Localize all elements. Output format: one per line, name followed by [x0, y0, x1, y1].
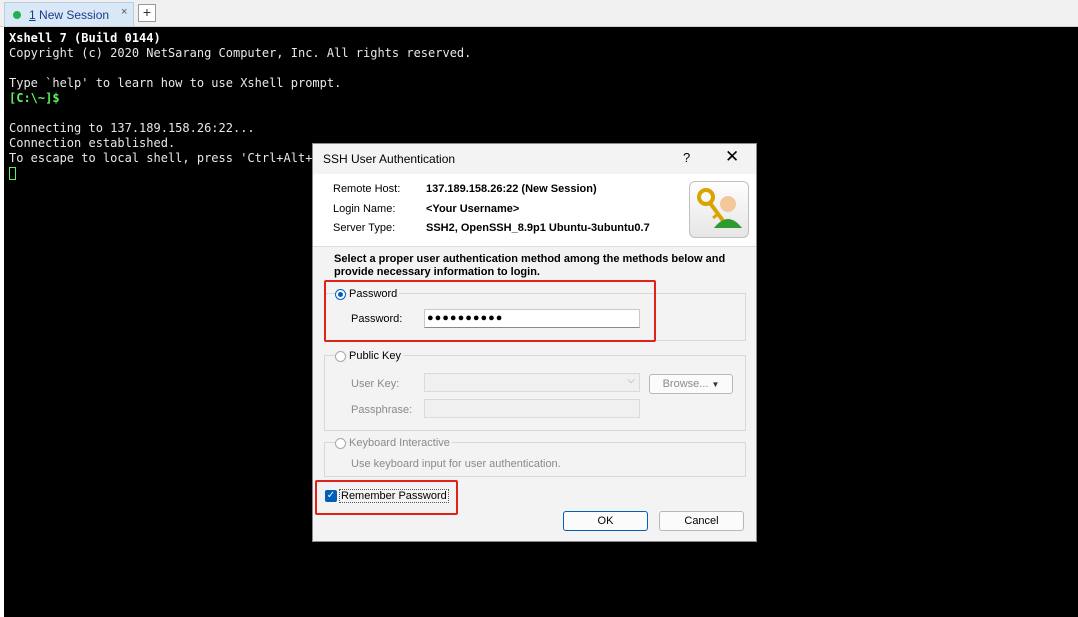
public-key-method-label[interactable]: Public Key	[347, 350, 403, 362]
terminal-line: Copyright (c) 2020 NetSarang Computer, I…	[9, 46, 472, 60]
terminal-line: Connection established.	[9, 136, 176, 150]
dropdown-arrow-icon: ▼	[711, 380, 720, 389]
browse-button[interactable]: Browse... ▼	[649, 374, 733, 394]
passphrase-field[interactable]	[424, 399, 640, 418]
session-status-icon	[13, 11, 21, 19]
method-intro: Select a proper user authentication meth…	[334, 253, 726, 278]
remote-host-value: 137.189.158.26:22 (New Session)	[426, 183, 597, 195]
tab-bar: 1 New Session × +	[0, 0, 1078, 27]
keyboard-hint: Use keyboard input for user authenticati…	[351, 458, 561, 470]
terminal-prompt: [C:\~]$	[9, 91, 60, 105]
chevron-down-icon: ⌵	[627, 375, 635, 386]
terminal-line: Connecting to 137.189.158.26:22...	[9, 121, 255, 135]
password-highlight-box	[324, 280, 656, 342]
ok-button[interactable]: OK	[563, 511, 648, 531]
dialog-titlebar: SSH User Authentication ? ✕	[313, 144, 756, 174]
login-name-value: <Your Username>	[426, 203, 520, 215]
public-key-radio[interactable]	[335, 351, 346, 362]
remember-highlight-box	[315, 480, 458, 515]
server-type-label: Server Type:	[333, 222, 396, 234]
help-icon[interactable]: ?	[683, 150, 690, 165]
tab-label: New Session	[39, 8, 110, 22]
browse-label: Browse...	[662, 378, 709, 390]
terminal-cursor	[9, 167, 16, 180]
login-name-label: Login Name:	[333, 203, 396, 215]
tab-number: 1	[29, 8, 36, 22]
passphrase-label: Passphrase:	[349, 404, 415, 416]
new-tab-button[interactable]: +	[138, 4, 156, 22]
terminal-line: Type `help' to learn how to use Xshell p…	[9, 76, 342, 90]
cancel-button[interactable]: Cancel	[659, 511, 744, 531]
connection-info: Remote Host: 137.189.158.26:22 (New Sess…	[313, 174, 756, 247]
close-tab-icon[interactable]: ×	[121, 6, 127, 18]
remote-host-label: Remote Host:	[333, 183, 401, 195]
tab-new-session[interactable]: 1 New Session ×	[4, 2, 134, 26]
server-type-value: SSH2, OpenSSH_8.9p1 Ubuntu-3ubuntu0.7	[426, 222, 650, 234]
user-key-label: User Key:	[349, 378, 402, 390]
keyboard-interactive-radio[interactable]	[335, 438, 346, 449]
key-user-icon	[689, 181, 749, 238]
keyboard-method-label[interactable]: Keyboard Interactive	[347, 437, 452, 449]
terminal-line: Xshell 7 (Build 0144)	[9, 31, 161, 45]
user-key-select[interactable]: ⌵	[424, 373, 640, 392]
close-icon[interactable]: ✕	[725, 147, 739, 167]
terminal-line: To escape to local shell, press 'Ctrl+Al…	[9, 151, 320, 165]
dialog-title: SSH User Authentication	[323, 152, 456, 166]
